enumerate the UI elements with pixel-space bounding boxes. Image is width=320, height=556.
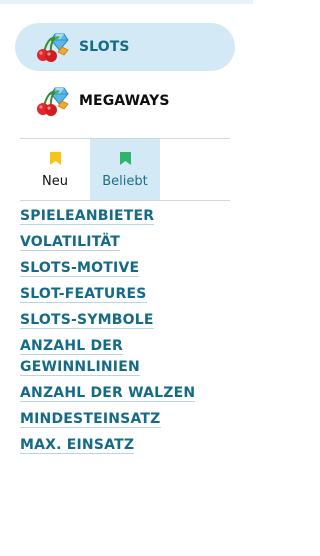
list-item: ANZAHL DER GEWINNLINIEN	[20, 335, 220, 377]
cherry-diamond-icon	[35, 31, 75, 63]
link-spieleanbieter[interactable]: SPIELEANBIETER	[20, 208, 155, 225]
link-mindesteinsatz[interactable]: MINDESTEINSATZ	[20, 411, 161, 428]
bookmark-icon	[119, 150, 131, 169]
filter-link-list: SPIELEANBIETER VOLATILITÄT SLOTS-MOTIVE …	[20, 205, 220, 460]
divider	[20, 200, 230, 201]
nav-item-label: SLOTS	[79, 39, 130, 55]
link-slots-symbole[interactable]: SLOTS-SYMBOLE	[20, 312, 154, 329]
nav-item-label: MEGAWAYS	[79, 93, 170, 109]
link-slots-motive[interactable]: SLOTS-MOTIVE	[20, 260, 140, 277]
tab-beliebt[interactable]: Beliebt	[90, 139, 160, 200]
list-item: SLOTS-SYMBOLE	[20, 309, 220, 330]
list-item: MINDESTEINSATZ	[20, 408, 220, 429]
tab-neu[interactable]: Neu	[20, 139, 90, 200]
list-item: ANZAHL DER WALZEN	[20, 382, 220, 403]
link-slot-features[interactable]: SLOT-FEATURES	[20, 286, 147, 303]
list-item: VOLATILITÄT	[20, 231, 220, 252]
top-bar	[0, 0, 253, 4]
list-item: SLOTS-MOTIVE	[20, 257, 220, 278]
list-item: MAX. EINSATZ	[20, 434, 220, 455]
link-anzahl-gewinnlinien[interactable]: ANZAHL DER GEWINNLINIEN	[20, 338, 140, 376]
nav-item-megaways[interactable]: MEGAWAYS	[15, 77, 235, 125]
link-max-einsatz[interactable]: MAX. EINSATZ	[20, 437, 135, 454]
tab-label: Beliebt	[102, 174, 148, 189]
tab-bar: Neu Beliebt	[20, 139, 230, 200]
link-volatilitaet[interactable]: VOLATILITÄT	[20, 234, 121, 251]
nav-item-slots[interactable]: SLOTS	[15, 23, 235, 71]
cherry-diamond-icon	[35, 85, 75, 117]
link-anzahl-walzen[interactable]: ANZAHL DER WALZEN	[20, 385, 196, 402]
list-item: SLOT-FEATURES	[20, 283, 220, 304]
bookmark-icon	[49, 150, 61, 169]
tab-label: Neu	[42, 174, 68, 189]
list-item: SPIELEANBIETER	[20, 205, 220, 226]
